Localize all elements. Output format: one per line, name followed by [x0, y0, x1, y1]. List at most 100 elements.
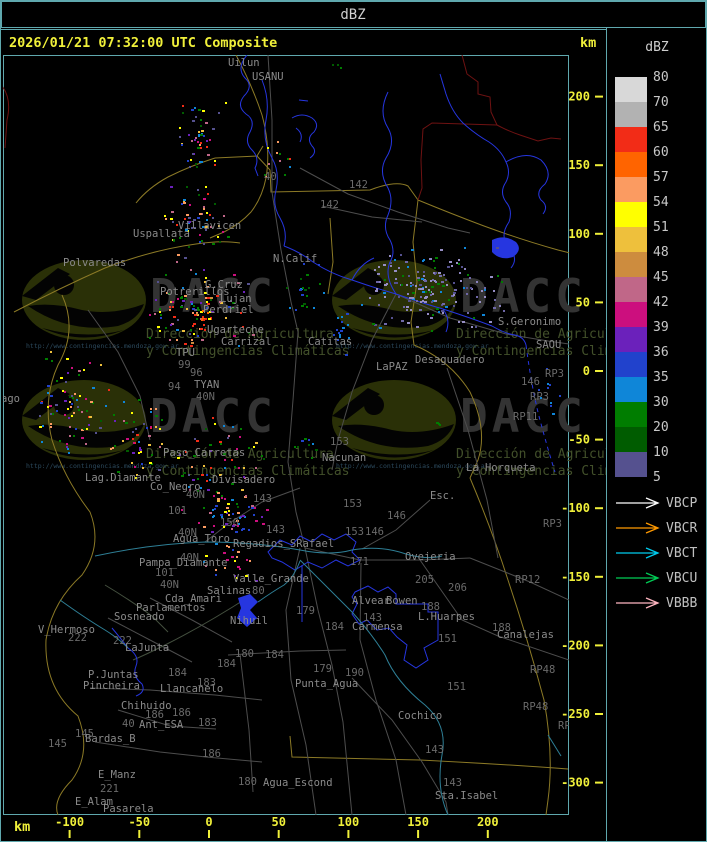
radar-echo	[221, 495, 223, 497]
radar-echo	[131, 412, 133, 414]
radar-echo	[197, 478, 199, 480]
radar-echo	[405, 261, 408, 263]
radar-echo	[85, 398, 87, 400]
radar-echo	[157, 281, 159, 283]
radar-echo	[384, 296, 386, 298]
radar-echo	[139, 449, 142, 451]
map-label: Bowen	[386, 595, 418, 607]
radar-echo	[253, 446, 255, 448]
radar-echo	[68, 417, 70, 419]
vector-arrow-icon	[616, 497, 660, 509]
radar-echo	[410, 285, 412, 287]
map-tan-path	[214, 145, 419, 201]
radar-echo	[242, 515, 245, 517]
radar-echo	[161, 443, 163, 445]
radar-echo	[206, 146, 208, 148]
radar-echo	[378, 266, 380, 268]
radar-echo	[237, 566, 240, 568]
radar-echo	[442, 312, 444, 314]
map-label: 171	[350, 556, 369, 568]
radar-echo	[467, 274, 469, 276]
radar-echo	[383, 264, 386, 266]
radar-echo	[92, 387, 95, 389]
map-label: 184	[217, 658, 236, 670]
radar-echo	[289, 307, 291, 309]
y-tick-label: 0	[583, 364, 590, 378]
radar-echo	[140, 451, 142, 453]
radar-echo	[71, 367, 73, 369]
dacc-watermark: DACCDirección de Agriculturay Contingenc…	[22, 380, 350, 479]
radar-echo	[67, 372, 69, 374]
x-tick-label: 50	[271, 815, 285, 829]
radar-echo	[496, 247, 499, 249]
map-label: LaJunta	[125, 642, 169, 654]
radar-echo	[481, 290, 483, 292]
scale-swatch	[615, 102, 647, 127]
radar-echo	[191, 109, 194, 111]
radar-echo	[220, 443, 222, 445]
radar-echo	[489, 321, 492, 323]
radar-echo	[160, 314, 162, 316]
radar-echo	[86, 410, 88, 412]
map-red-path	[461, 55, 562, 142]
radar-echo	[376, 281, 379, 283]
radar-echo	[75, 428, 77, 430]
scale-value: 5	[653, 470, 661, 485]
radar-echo	[279, 153, 281, 155]
radar-echo	[262, 523, 265, 525]
scale-swatch	[615, 452, 647, 477]
radar-echo	[50, 423, 52, 425]
radar-echo	[198, 109, 201, 111]
radar-echo	[223, 425, 225, 427]
radar-echo	[248, 506, 250, 508]
radar-echo	[135, 428, 137, 430]
radar-echo	[206, 480, 208, 482]
radar-echo	[277, 141, 279, 143]
radar-echo	[114, 420, 116, 422]
radar-echo	[422, 300, 424, 302]
radar-echo	[143, 423, 145, 425]
radar-echo	[484, 296, 486, 298]
radar-echo	[552, 413, 555, 415]
map-label: 222	[68, 632, 87, 644]
radar-echo	[173, 316, 176, 318]
radar-echo	[231, 499, 234, 501]
radar-echo	[323, 292, 325, 294]
radar-echo	[459, 272, 461, 274]
radar-echo	[209, 512, 212, 514]
radar-echo	[301, 440, 304, 442]
radar-echo	[445, 306, 448, 308]
radar-echo	[208, 318, 211, 320]
radar-echo	[479, 301, 481, 303]
scale-value: 65	[653, 120, 669, 135]
radar-echo	[200, 302, 202, 304]
radar-echo	[398, 296, 400, 298]
radar-echo	[497, 275, 499, 277]
radar-echo	[299, 289, 302, 291]
vector-label: VBCR	[666, 521, 697, 536]
radar-echo	[246, 559, 248, 561]
vector-arrow-icon	[616, 597, 660, 609]
radar-echo	[56, 380, 58, 382]
radar-echo	[306, 274, 309, 276]
radar-echo	[209, 139, 211, 141]
map-label: 40N	[186, 489, 205, 501]
radar-echo	[225, 102, 227, 104]
radar-echo	[374, 269, 376, 271]
radar-echo	[210, 299, 212, 301]
radar-echo	[199, 161, 202, 163]
radar-echo	[213, 525, 215, 527]
radar-echo	[289, 166, 291, 168]
radar-echo	[431, 301, 433, 303]
radar-echo	[423, 271, 425, 273]
radar-echo	[379, 327, 382, 329]
radar-echo	[177, 254, 180, 256]
radar-echo	[338, 332, 340, 334]
map-label: 101	[155, 567, 174, 579]
y-tick-label: 100	[568, 227, 590, 241]
radar-echo	[191, 339, 193, 341]
radar-echo	[196, 313, 198, 315]
radar-echo	[383, 292, 386, 294]
radar-echo	[155, 426, 157, 428]
radar-echo	[313, 307, 315, 309]
